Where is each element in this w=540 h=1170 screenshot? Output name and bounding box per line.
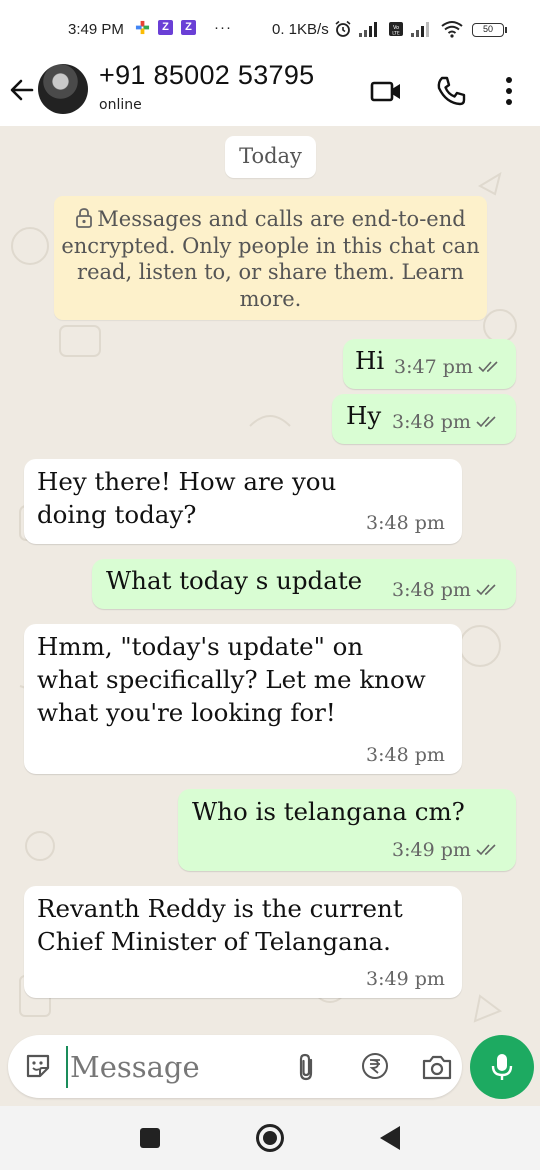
contact-status: online [99,97,142,113]
voice-message-button[interactable] [470,1035,534,1099]
read-ticks-icon [478,361,498,373]
system-icons: Vo LTE [334,20,464,38]
message-incoming[interactable]: Revanth Reddy is the current Chief Minis… [24,886,462,998]
message-meta: 3:48 pm [392,411,500,433]
message-text: Hy [346,401,382,430]
status-time: 3:49 PM [68,21,124,38]
message-time: 3:49 pm [366,968,445,990]
message-outgoing[interactable]: Hi 3:47 pm [343,339,516,389]
home-circle-icon[interactable] [256,1124,284,1152]
message-outgoing[interactable]: What today s update 3:48 pm [92,559,516,609]
message-time: 3:48 pm [392,411,471,433]
emoji-sticker-icon[interactable] [24,1052,52,1080]
message-outgoing[interactable]: Who is telangana cm? 3:49 pm [178,789,516,871]
recents-square-icon[interactable] [140,1128,160,1148]
notification-icons: Z Z [135,20,196,35]
read-ticks-icon [476,584,496,596]
lock-icon [76,208,93,228]
message-time: 3:48 pm [392,579,471,601]
battery-icon: 50 [472,23,507,37]
read-ticks-icon [476,416,496,428]
volte-icon: Vo LTE [389,22,403,37]
message-time: 3:47 pm [394,356,473,378]
contact-name[interactable]: +91 85002 53795 [99,60,314,91]
chat-header: +91 85002 53795 online [0,58,540,126]
mic-icon [491,1054,513,1080]
encryption-notice[interactable]: Messages and calls are end-to-end encryp… [54,196,487,320]
attach-icon[interactable] [294,1052,320,1082]
avatar[interactable] [38,64,88,114]
alarm-icon [335,20,351,37]
message-time: 3:49 pm [392,839,471,861]
signal-icon [359,22,377,37]
z-app-icon: Z [158,20,173,35]
message-meta: 3:49 pm [366,968,445,990]
more-notifications: ··· [214,19,232,36]
message-composer [8,1035,462,1098]
status-bar: 3:49 PM Z Z ··· 0. 1KB/s Vo LTE 50 [0,0,540,58]
message-meta: 3:48 pm [366,744,445,766]
message-incoming[interactable]: Hey there! How are you doing today? 3:48… [24,459,462,544]
voice-call-icon[interactable] [434,74,468,108]
svg-text:LTE: LTE [392,31,400,37]
message-time: 3:48 pm [366,744,445,766]
message-incoming[interactable]: Hmm, "today's update" on what specifical… [24,624,462,774]
rupee-payment-icon[interactable] [361,1052,389,1080]
back-triangle-icon[interactable] [380,1126,400,1150]
message-meta: 3:48 pm [366,512,445,534]
wifi-icon [441,21,463,38]
message-meta: 3:47 pm [394,356,502,378]
camera-icon[interactable] [421,1053,453,1081]
message-outgoing[interactable]: Hy 3:48 pm [332,394,516,444]
video-call-icon[interactable] [369,74,403,108]
message-text: Hi [355,346,385,375]
message-meta: 3:48 pm [392,579,500,601]
message-meta: 3:49 pm [392,839,500,861]
read-ticks-icon [476,844,496,856]
signal-icon-2 [411,22,429,37]
message-text: Hey there! How are you doing today? [37,467,337,529]
z-app-icon-2: Z [181,20,196,35]
date-separator: Today [225,136,316,178]
svg-text:Vo: Vo [393,25,399,31]
encryption-text: Messages and calls are end-to-end encryp… [61,207,480,311]
back-arrow-icon[interactable] [8,74,36,106]
pinwheel-app-icon [135,20,150,35]
more-options-icon[interactable] [497,74,521,108]
message-text: Who is telangana cm? [192,797,465,826]
network-speed: 0. 1KB/s [272,21,329,38]
system-nav-bar [0,1106,540,1170]
chat-area[interactable]: Today Messages and calls are end-to-end … [0,126,540,1106]
message-text: Revanth Reddy is the current Chief Minis… [37,894,403,956]
message-time: 3:48 pm [366,512,445,534]
message-text: What today s update [106,566,363,595]
message-input[interactable] [66,1046,286,1088]
message-text: Hmm, "today's update" on what specifical… [37,632,426,727]
